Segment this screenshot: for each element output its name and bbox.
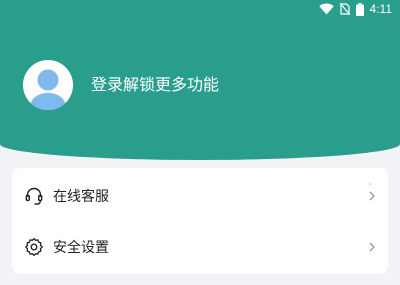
wifi-icon bbox=[318, 3, 334, 15]
status-bar: 4:11 bbox=[318, 0, 392, 18]
profile-header: 4:11 登录解锁更多功能 bbox=[0, 0, 400, 160]
no-sim-icon bbox=[339, 3, 350, 15]
person-avatar-icon bbox=[23, 60, 73, 110]
menu-item-label: 在线客服 bbox=[53, 189, 109, 205]
status-time: 4:11 bbox=[369, 2, 392, 16]
menu-item-label: 安全设置 bbox=[53, 240, 109, 256]
headset-icon bbox=[24, 186, 44, 206]
avatar[interactable] bbox=[23, 60, 73, 110]
menu-card: 在线客服 安全设置 bbox=[12, 168, 388, 274]
menu-item-online-service[interactable]: 在线客服 bbox=[12, 170, 388, 222]
chevron-right-icon bbox=[368, 190, 376, 202]
gear-icon bbox=[24, 237, 44, 257]
login-prompt-text[interactable]: 登录解锁更多功能 bbox=[91, 74, 219, 96]
battery-icon bbox=[355, 2, 364, 16]
chevron-right-icon bbox=[368, 241, 376, 253]
menu-item-security-settings[interactable]: 安全设置 bbox=[12, 221, 388, 273]
